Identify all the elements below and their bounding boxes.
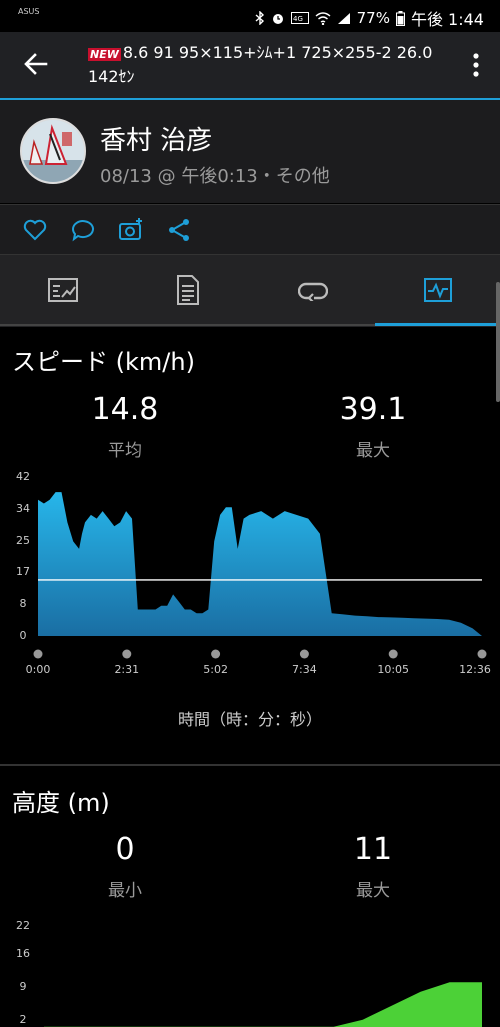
speed-chart — [33, 492, 487, 659]
volte-icon: 4G — [290, 12, 309, 24]
details-icon — [176, 275, 199, 305]
altitude-min-value: 0 — [115, 832, 135, 867]
avatar[interactable] — [20, 118, 86, 184]
speed-max-label: 最大 — [356, 441, 390, 461]
altitude-max-value: 11 — [353, 832, 393, 867]
x-tick-dot — [122, 649, 132, 659]
speed-avg-value: 14.8 — [91, 392, 159, 427]
battery-icon — [395, 10, 405, 26]
clock: 午後 1:44 — [410, 10, 484, 29]
x-tick-dot — [477, 649, 487, 659]
action-row — [0, 204, 500, 255]
new-badge: NEW — [88, 48, 121, 61]
tab-summary[interactable] — [0, 255, 125, 325]
speed-title: スピード (km/h) — [12, 348, 195, 376]
tab-laps[interactable] — [250, 255, 375, 325]
speed-area-series — [38, 492, 482, 636]
tab-divider — [0, 324, 375, 326]
overflow-menu-icon[interactable] — [472, 52, 480, 78]
scrollbar[interactable] — [496, 282, 500, 402]
x-tick-label: 2:31 — [114, 663, 140, 676]
app-toolbar: NEW 8.6 91 95×115+ｼﾑ+1 725×255-2 26.0 142… — [0, 32, 500, 98]
speed-x-caption: 時間（時：分：秒） — [177, 710, 322, 729]
speed-avg-label: 平均 — [108, 441, 142, 461]
altitude-chart — [44, 982, 482, 1027]
battery-percent: 77% — [356, 9, 390, 27]
app-icon: ASUS — [18, 7, 40, 16]
altitude-title: 高度 (m) — [12, 789, 110, 817]
altitude-max-label: 最大 — [356, 881, 390, 901]
x-tick-dot — [33, 649, 43, 659]
x-tick-label: 12:36 — [459, 663, 491, 676]
comment-icon[interactable] — [70, 217, 96, 243]
speed-max-value: 39.1 — [339, 392, 407, 427]
x-tick-label: 5:02 — [203, 663, 228, 676]
windsurf-photo — [22, 120, 84, 182]
bluetooth-icon — [255, 11, 264, 25]
laps-icon — [297, 282, 328, 301]
heart-icon[interactable] — [22, 217, 48, 243]
x-tick-label: 7:34 — [292, 663, 317, 676]
x-tick-label: 0:00 — [25, 663, 51, 676]
wifi-icon — [315, 11, 331, 25]
activity-title-text: 8.6 91 95×115+ｼﾑ+1 725×255-2 26.0 142ｾﾝ — [88, 43, 433, 86]
alarm-icon — [272, 14, 283, 24]
user-name: 香村 治彦 — [100, 126, 213, 156]
tab-details[interactable] — [125, 255, 250, 325]
activity-title: NEW 8.6 91 95×115+ｼﾑ+1 725×255-2 26.0 142… — [88, 42, 438, 88]
altitude-area-series — [44, 982, 482, 1027]
x-tick-dot — [299, 649, 309, 659]
section-divider — [0, 764, 500, 766]
x-tick-dot — [211, 649, 221, 659]
tab-charts[interactable] — [375, 255, 500, 325]
x-tick-dot — [388, 649, 398, 659]
back-arrow-icon[interactable] — [22, 50, 50, 78]
active-tab-indicator — [375, 323, 500, 326]
charts-icon — [423, 278, 452, 302]
camera-plus-icon[interactable] — [118, 217, 144, 243]
activity-date: 08/13 @ 午後0:13・その他 — [100, 166, 330, 187]
x-tick-label: 10:05 — [377, 663, 410, 676]
share-icon[interactable] — [166, 217, 192, 243]
profile-header: 香村 治彦 08/13 @ 午後0:13・その他 — [0, 100, 500, 203]
summary-icon — [47, 278, 78, 302]
status-bar: ASUS 4G 77% 午後 1:44 — [0, 0, 500, 32]
altitude-min-label: 最小 — [108, 881, 142, 901]
tab-bar — [0, 254, 500, 327]
signal-icon — [337, 12, 350, 24]
svg-text:4G: 4G — [293, 15, 303, 23]
